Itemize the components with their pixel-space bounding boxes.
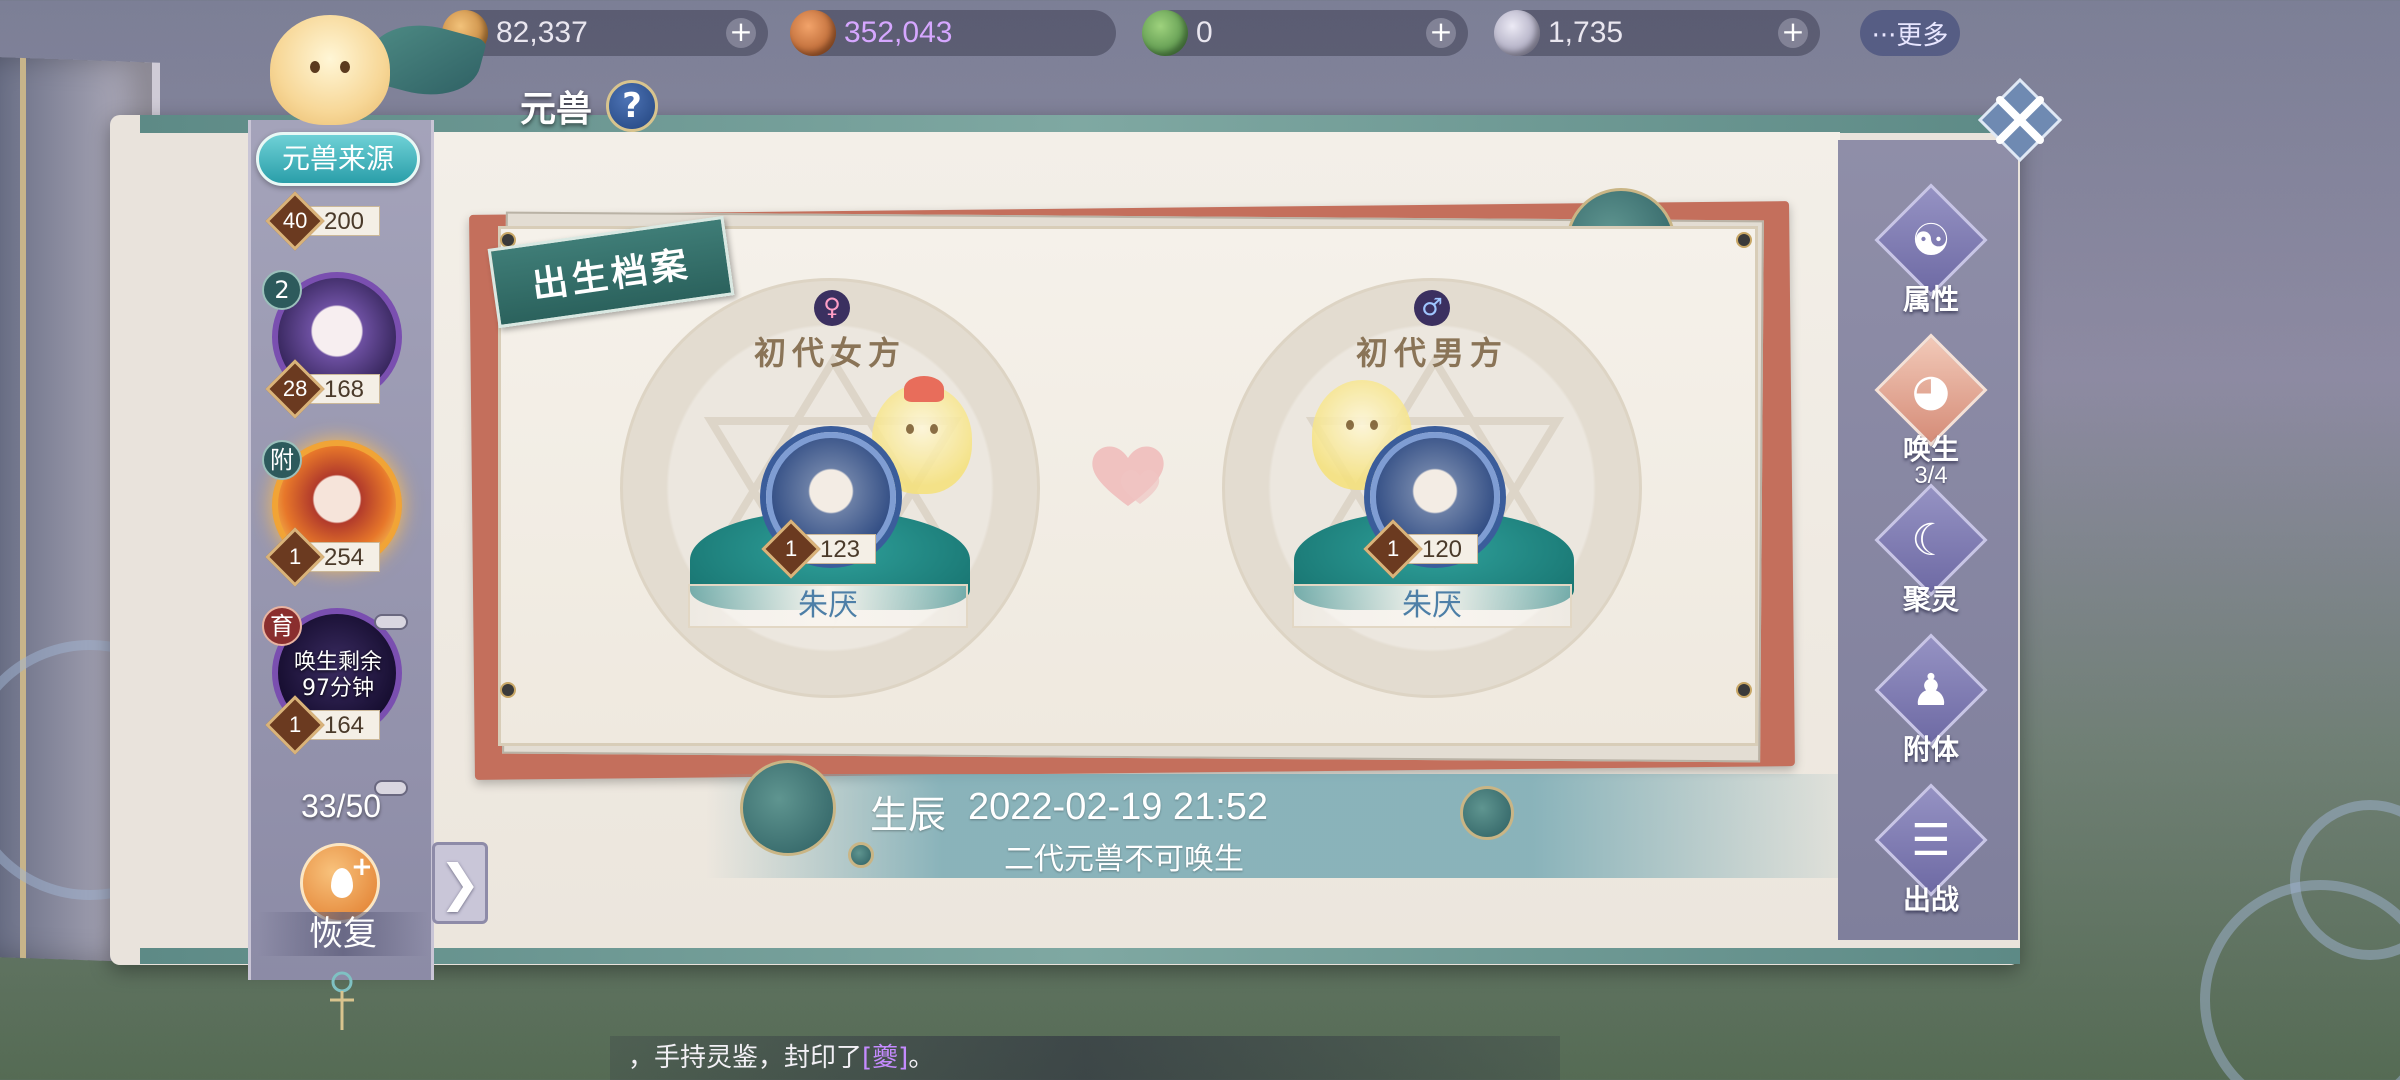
message-text: ，手持灵鉴，封印了 — [628, 1043, 863, 1073]
tab-gather[interactable]: ☾ 聚灵 — [1866, 483, 1996, 620]
nail-decoration — [1736, 232, 1752, 248]
message-highlight[interactable]: [夔] — [862, 1043, 908, 1073]
pet-level-badge: 28 168 — [265, 359, 380, 419]
birth-time: 2022-02-19 21:52 — [968, 786, 1269, 828]
close-button[interactable] — [1978, 78, 2062, 162]
restore-button[interactable]: + — [300, 843, 380, 923]
pet-source-button[interactable]: 元兽来源 — [256, 132, 420, 186]
figure-icon: ♟ — [1911, 664, 1951, 716]
summon-timer: 唤生剩余 97分钟 — [293, 650, 382, 701]
pet-tag: 2 — [262, 270, 302, 310]
pet-level: 1 — [288, 544, 302, 569]
add-currency-button[interactable]: + — [1778, 18, 1808, 48]
currency-gold: 352,043 + — [790, 10, 1116, 56]
pet-level-badge: 1 254 — [265, 527, 380, 587]
pet-tag: 附 — [262, 440, 302, 480]
birth-note: 二代元兽不可唤生 — [1004, 842, 1244, 877]
currency-value: 82,337 — [496, 16, 588, 49]
pet-level: 1 — [784, 536, 798, 561]
water-drop-icon — [331, 868, 353, 898]
add-currency-button[interactable]: + — [726, 18, 756, 48]
teal-disc-decoration — [848, 842, 874, 868]
page-header: 元兽 ? — [480, 78, 659, 134]
tab-attach[interactable]: ♟ 附体 — [1866, 633, 1996, 770]
tab-attributes[interactable]: ☯ 属性 — [1866, 183, 1996, 320]
yin-yang-icon: ☯ — [1911, 214, 1951, 266]
nail-decoration — [1736, 682, 1752, 698]
male-parent-name: 朱厌 — [1292, 584, 1572, 628]
pet-level: 40 — [282, 207, 308, 233]
currency-leaf: 0 + — [1142, 10, 1468, 56]
pet-tag: 育 — [262, 606, 302, 646]
female-parent-label: 初代女方 — [753, 334, 906, 372]
message-text: 。 — [908, 1043, 935, 1073]
tab-battle[interactable]: ☰ 出战 — [1866, 783, 1996, 920]
pet-level: 1 — [288, 712, 302, 737]
spirit-icon: ◕ — [1911, 364, 1951, 416]
banner-icon: ☰ — [1911, 814, 1951, 866]
female-icon: ♀ — [814, 290, 850, 326]
expand-arrow-button[interactable]: ❯ — [432, 842, 488, 924]
help-button[interactable]: ? — [606, 80, 659, 132]
more-button[interactable]: ···更多 — [1860, 10, 1960, 56]
pet-level-badge: 1 120 — [1363, 519, 1478, 579]
pet-count: 33/50 — [300, 788, 382, 824]
page-title: 元兽 — [520, 88, 593, 130]
gold-pouch-icon — [790, 10, 836, 56]
pet-level: 1 — [1386, 536, 1400, 561]
birth-label: 生辰 — [870, 793, 947, 837]
tab-summon[interactable]: ◕ 唤生 3/4 — [1866, 333, 1996, 489]
system-message: ，手持灵鉴，封印了[夔]。 — [610, 1036, 1560, 1080]
pet-level-badge: 40 200 — [265, 191, 380, 251]
nail-decoration — [500, 682, 516, 698]
male-parent-label: 初代男方 — [1355, 334, 1508, 372]
currency-crystal: 1,735 + — [1494, 10, 1820, 56]
pet-level-badge: 1 164 — [265, 695, 380, 755]
hat-decoration — [904, 376, 944, 402]
currency-value: 352,043 — [844, 16, 953, 49]
pet-level: 28 — [282, 375, 308, 401]
restore-label[interactable]: 恢复 — [258, 912, 428, 956]
male-icon: ♂ — [1414, 290, 1450, 326]
teal-disc-decoration — [740, 760, 836, 856]
mascot-icon — [270, 15, 390, 125]
currency-value: 1,735 — [1548, 16, 1624, 49]
add-currency-button[interactable]: + — [1426, 18, 1456, 48]
tab-label: 出战 — [1902, 883, 1959, 916]
heart-icon — [1092, 446, 1164, 506]
female-parent-name: 朱厌 — [688, 584, 968, 628]
currency-value: 0 — [1196, 16, 1213, 49]
green-leaf-coin-icon — [1142, 10, 1188, 56]
moon-spirit-icon: ☾ — [1911, 514, 1951, 566]
lock-icon — [374, 614, 408, 630]
tab-label: 附体 — [1902, 733, 1959, 766]
crystal-icon — [1494, 10, 1540, 56]
pin-decoration-icon — [330, 971, 354, 1030]
tab-label: 属性 — [1902, 283, 1959, 316]
tab-label: 聚灵 — [1902, 583, 1959, 616]
pet-level-badge: 1 123 — [761, 519, 876, 579]
teal-disc-decoration — [1460, 786, 1514, 840]
currency-shell: 82,337 + — [442, 10, 768, 56]
